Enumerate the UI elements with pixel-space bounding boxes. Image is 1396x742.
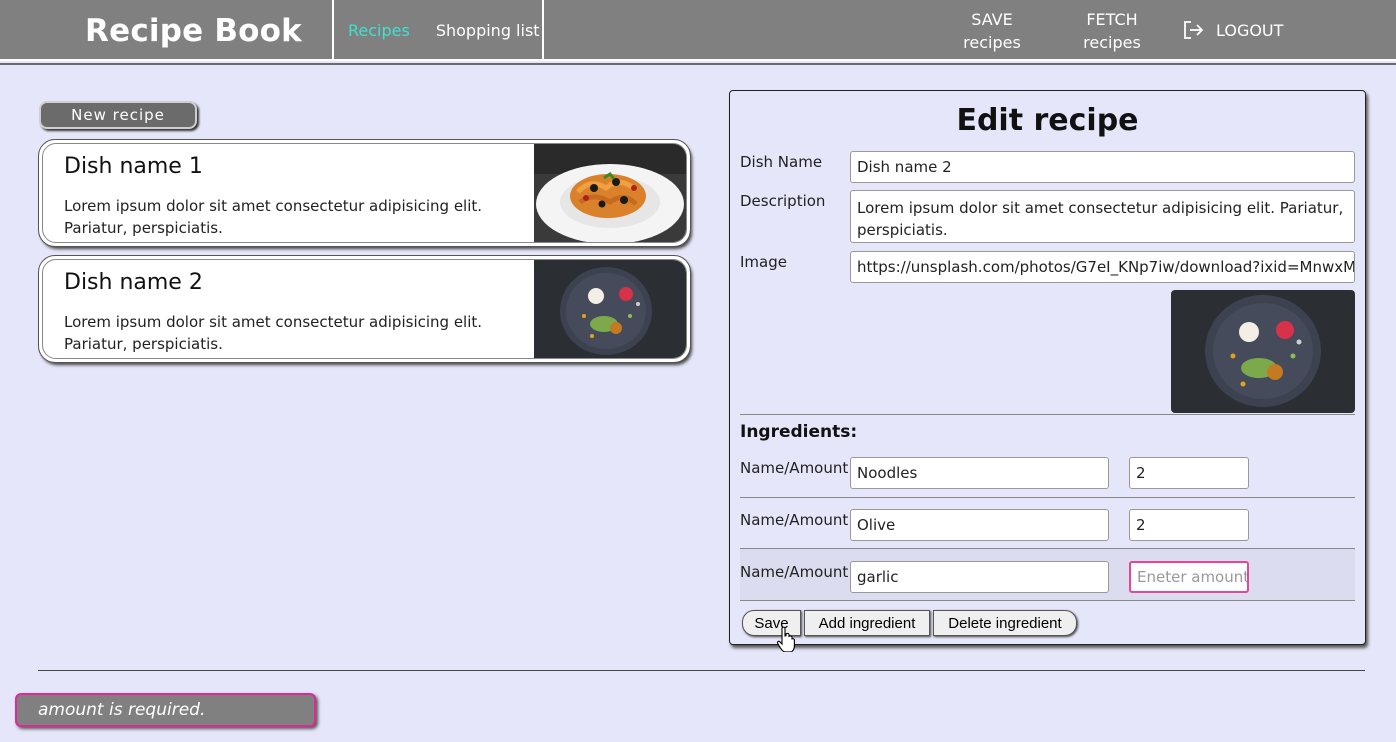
pasta-dish-image — [534, 144, 686, 242]
dish-name-label: Dish Name — [740, 153, 823, 171]
header-divider — [0, 63, 1396, 65]
divider — [740, 414, 1355, 415]
recipe-card-2[interactable]: Dish name 2 Lorem ipsum dolor sit amet c… — [38, 255, 691, 363]
page-divider — [38, 670, 1365, 671]
logout-label: LOGOUT — [1216, 20, 1284, 40]
ingredient-label: Name/Amount — [740, 511, 849, 529]
form-title: Edit recipe — [956, 103, 1139, 138]
logout-icon — [1184, 21, 1204, 39]
ingredient-label: Name/Amount — [740, 459, 849, 477]
recipe-card-1[interactable]: Dish name 1 Lorem ipsum dolor sit amet c… — [38, 139, 691, 247]
recipe-description: Lorem ipsum dolor sit amet consectetur a… — [64, 197, 483, 237]
delete-ingredient-button[interactable]: Delete ingredient — [933, 610, 1077, 636]
image-url-input[interactable]: https://unsplash.com/photos/G7eI_KNp7iw/… — [850, 251, 1355, 283]
recipe-name: Dish name 1 — [64, 154, 203, 179]
navbar: Recipe Book Recipes Shopping list SAVE r… — [0, 0, 1396, 61]
image-label: Image — [740, 253, 787, 271]
nav-recipes[interactable]: Recipes — [348, 21, 410, 40]
main-nav: Recipes Shopping list — [336, 0, 544, 61]
ingredient-amount-input-invalid[interactable]: Eneter amount — [1129, 561, 1249, 593]
ingredient-amount-input[interactable]: 2 — [1129, 509, 1249, 541]
ingredients-title: Ingredients: — [740, 422, 858, 442]
error-toast: amount is required. — [15, 693, 316, 727]
fetch-recipes-line2: recipes — [1083, 33, 1141, 52]
divider — [740, 600, 1355, 601]
fetch-recipes-button[interactable]: FETCH recipes — [1080, 8, 1144, 54]
ingredient-label: Name/Amount — [740, 563, 849, 581]
ingredient-name-input[interactable]: Noodles — [850, 457, 1109, 489]
save-recipes-button[interactable]: SAVE recipes — [962, 8, 1022, 54]
new-recipe-button[interactable]: New recipe — [39, 101, 197, 129]
ingredient-name-input[interactable]: garlic — [850, 561, 1109, 593]
recipe-name: Dish name 2 — [64, 270, 203, 295]
fetch-recipes-line1: FETCH — [1086, 10, 1138, 29]
ingredient-name-input[interactable]: Olive — [850, 509, 1109, 541]
recipe-description: Lorem ipsum dolor sit amet consectetur a… — [64, 313, 483, 353]
brand-title[interactable]: Recipe Book — [0, 0, 334, 61]
divider — [740, 497, 1355, 498]
save-recipes-line1: SAVE — [971, 10, 1013, 29]
description-textarea[interactable]: Lorem ipsum dolor sit amet consectetur a… — [850, 190, 1355, 243]
edit-recipe-form: Edit recipe Dish Name Dish name 2 Descri… — [729, 90, 1366, 645]
plated-dish-image — [534, 260, 686, 358]
image-preview — [1171, 290, 1355, 413]
hand-pointer-icon — [777, 626, 795, 652]
nav-shopping-list[interactable]: Shopping list — [436, 21, 540, 40]
logout-button[interactable]: LOGOUT — [1182, 19, 1283, 41]
description-label: Description — [740, 192, 826, 210]
ingredient-amount-input[interactable]: 2 — [1129, 457, 1249, 489]
dish-name-input[interactable]: Dish name 2 — [850, 151, 1355, 183]
add-ingredient-button[interactable]: Add ingredient — [804, 610, 930, 636]
save-recipes-line2: recipes — [963, 33, 1021, 52]
